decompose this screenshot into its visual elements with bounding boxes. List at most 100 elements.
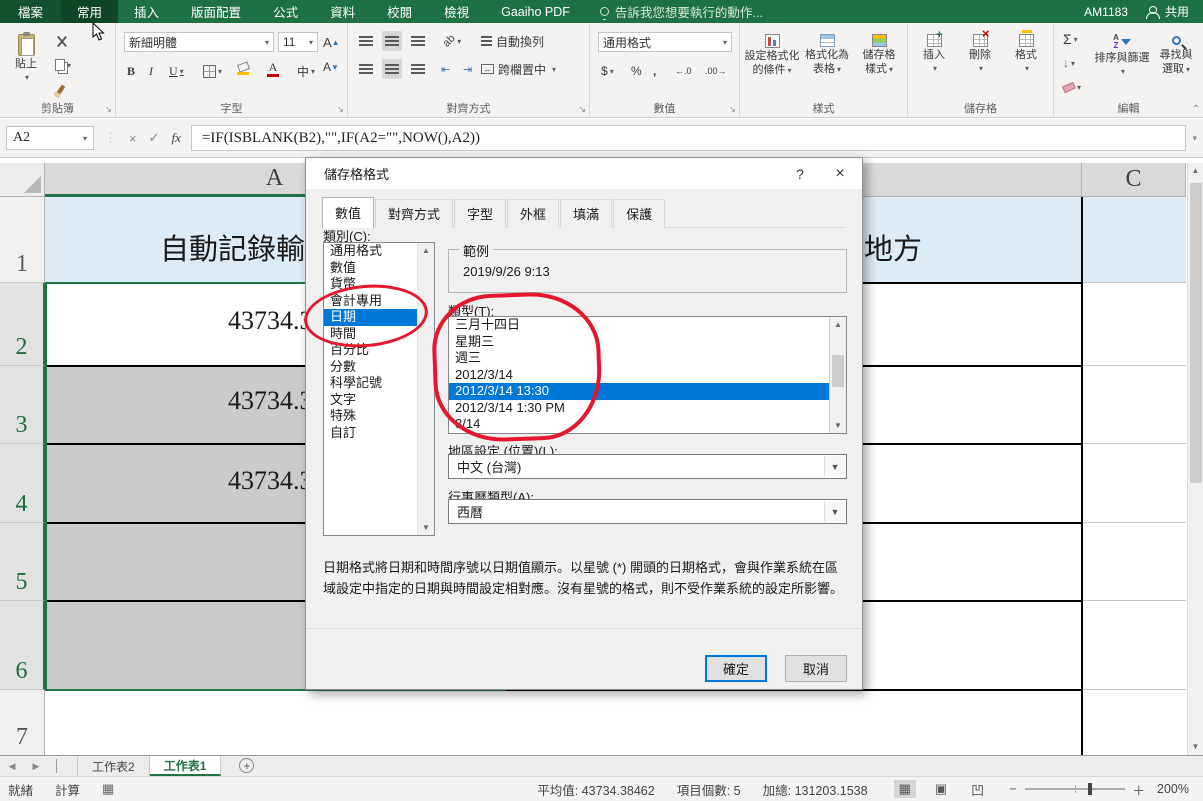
dialog-tab[interactable]: 對齊方式 bbox=[375, 199, 453, 228]
row-header-1[interactable]: 1 bbox=[0, 197, 45, 283]
enter-icon[interactable]: ✓ bbox=[149, 130, 160, 146]
number-format-combo[interactable]: 通用格式▾ bbox=[598, 32, 732, 52]
chevron-down-icon[interactable]: ▼ bbox=[824, 501, 845, 522]
format-as-table-button[interactable]: 格式化為 表格▾ bbox=[800, 29, 854, 76]
merge-center-button[interactable]: ↔ 跨欄置中▾ bbox=[478, 59, 559, 79]
add-sheet-button[interactable]: + bbox=[239, 758, 254, 773]
type-item[interactable]: 2012/3/14 1:30 PM bbox=[449, 400, 846, 417]
normal-view-icon[interactable]: ▦ bbox=[894, 780, 916, 798]
center-button[interactable] bbox=[382, 59, 402, 79]
align-left-button[interactable] bbox=[356, 59, 376, 79]
row-header-4[interactable]: 4 bbox=[0, 444, 45, 523]
decrease-decimal-button[interactable]: .00→ bbox=[702, 61, 730, 81]
cell-c1[interactable] bbox=[1082, 197, 1186, 283]
sort-filter-button[interactable]: AZ 排序與篩選 ▾ bbox=[1094, 29, 1150, 78]
share-button[interactable]: 共用 bbox=[1146, 3, 1189, 20]
formula-input[interactable]: =IF(ISBLANK(B2),"",IF(A2="",NOW(),A2)) bbox=[191, 125, 1187, 151]
dialog-launcher-icon[interactable]: ↘ bbox=[728, 104, 736, 115]
scroll-down-icon[interactable]: ▼ bbox=[422, 523, 430, 532]
zoom-thumb[interactable] bbox=[1088, 783, 1092, 795]
underline-button[interactable]: U▾ bbox=[166, 61, 187, 81]
close-button[interactable]: × bbox=[820, 160, 860, 188]
font-size-combo[interactable]: 11▾ bbox=[278, 32, 318, 52]
calendar-combo[interactable]: 西曆 ▼ bbox=[448, 499, 847, 524]
cut-button[interactable] bbox=[52, 31, 71, 51]
phonetic-button[interactable]: 中▾ bbox=[294, 61, 318, 81]
zoom-in-icon[interactable]: ＋ bbox=[1133, 780, 1146, 799]
ribbon-tab[interactable]: 版面配置 bbox=[175, 0, 257, 23]
wrap-text-button[interactable]: 自動換列 bbox=[478, 31, 547, 51]
fill-button[interactable]: ↓▾ bbox=[1060, 53, 1078, 73]
type-item[interactable]: 3/14 bbox=[449, 416, 846, 433]
sheet-next-icon[interactable]: ▶ bbox=[24, 756, 48, 776]
vertical-scrollbar[interactable]: ▲ ▼ bbox=[1187, 163, 1203, 755]
sheet-tabs[interactable]: 工作表2工作表1 bbox=[77, 756, 221, 776]
zoom-out-icon[interactable]: − bbox=[1009, 782, 1016, 796]
clear-button[interactable]: ▾ bbox=[1060, 77, 1084, 97]
tell-me-box[interactable]: 告訴我您想要執行的動作... bbox=[600, 0, 763, 23]
ribbon-tab[interactable]: 校閱 bbox=[371, 0, 428, 23]
type-listbox[interactable]: 三月十四日星期三週三2012/3/142012/3/14 13:302012/3… bbox=[448, 316, 847, 434]
dialog-tab[interactable]: 字型 bbox=[454, 199, 506, 228]
sheet-tab[interactable]: 工作表2 bbox=[77, 756, 150, 776]
italic-button[interactable]: I bbox=[146, 61, 156, 81]
row-header-3[interactable]: 3 bbox=[0, 366, 45, 444]
decrease-indent-button[interactable]: ⇤ bbox=[438, 59, 453, 79]
conditional-formatting-button[interactable]: 設定格式化 的條件▾ bbox=[744, 29, 800, 77]
locale-combo[interactable]: 中文 (台灣) ▼ bbox=[448, 454, 847, 479]
category-scrollbar[interactable]: ▲▼ bbox=[417, 243, 434, 535]
collapse-ribbon-button[interactable]: ⌃ bbox=[1192, 104, 1200, 115]
find-select-button[interactable]: 尋找與 選取▾ bbox=[1152, 29, 1200, 76]
align-right-button[interactable] bbox=[408, 59, 428, 79]
type-item[interactable]: 三月十四日 bbox=[449, 317, 846, 334]
percent-button[interactable]: % bbox=[628, 61, 645, 81]
insert-function-icon[interactable]: fx bbox=[172, 130, 181, 146]
column-header-c[interactable]: C bbox=[1082, 163, 1186, 197]
orientation-button[interactable]: ab▾ bbox=[440, 31, 464, 51]
help-button[interactable]: ? bbox=[780, 160, 820, 188]
increase-indent-button[interactable]: ⇥ bbox=[460, 59, 475, 79]
insert-cells-button[interactable]: 插入 ▾ bbox=[912, 29, 956, 75]
sheet-prev-icon[interactable]: ◀ bbox=[0, 756, 24, 776]
name-box[interactable]: A2 ▾ bbox=[6, 126, 94, 150]
ribbon-tab[interactable]: 插入 bbox=[118, 0, 175, 23]
page-break-view-icon[interactable]: 凹 bbox=[966, 779, 989, 800]
category-listbox[interactable]: 通用格式數值貨幣會計專用日期時間百分比分數科學記號文字特殊自訂 ▲▼ bbox=[323, 242, 435, 536]
dialog-launcher-icon[interactable]: ↘ bbox=[104, 104, 112, 115]
autosum-button[interactable]: Σ▾ bbox=[1060, 29, 1081, 49]
dialog-launcher-icon[interactable]: ↘ bbox=[578, 104, 586, 115]
ribbon-tab[interactable]: 檔案 bbox=[0, 0, 61, 23]
cell-styles-button[interactable]: 儲存格 樣式▾ bbox=[854, 29, 904, 76]
row-header-2[interactable]: 2 bbox=[0, 283, 45, 366]
ok-button[interactable]: 確定 bbox=[705, 655, 767, 682]
accounting-format-button[interactable]: $▾ bbox=[598, 61, 617, 81]
scroll-down-icon[interactable]: ▼ bbox=[834, 421, 842, 430]
bold-button[interactable]: B bbox=[124, 61, 138, 81]
ribbon-tab[interactable]: 檢視 bbox=[428, 0, 485, 23]
type-item[interactable]: 週三 bbox=[449, 350, 846, 367]
dialog-titlebar[interactable]: 儲存格格式 ? × bbox=[306, 158, 862, 189]
middle-align-button[interactable] bbox=[382, 31, 402, 51]
sheet-tab[interactable]: 工作表1 bbox=[150, 756, 222, 776]
scroll-up-icon[interactable]: ▲ bbox=[422, 246, 430, 255]
macro-record-icon[interactable]: ▦ bbox=[102, 781, 114, 797]
grow-font-button[interactable]: A▲ bbox=[320, 32, 343, 52]
bottom-align-button[interactable] bbox=[408, 31, 428, 51]
calculate-status[interactable]: 計算 bbox=[55, 780, 80, 799]
zoom-track[interactable] bbox=[1025, 788, 1125, 790]
dialog-tab[interactable]: 數值 bbox=[322, 197, 374, 228]
scroll-down-icon[interactable]: ▼ bbox=[1188, 739, 1203, 755]
ribbon-tab[interactable]: 資料 bbox=[314, 0, 371, 23]
ribbon-tab[interactable]: 常用 bbox=[61, 0, 118, 23]
top-align-button[interactable] bbox=[356, 31, 376, 51]
dialog-launcher-icon[interactable]: ↘ bbox=[336, 104, 344, 115]
vertical-scroll-thumb[interactable] bbox=[1190, 183, 1202, 483]
paste-button[interactable]: 貼上 ▾ bbox=[6, 29, 46, 84]
dialog-tab[interactable]: 填滿 bbox=[560, 199, 612, 228]
ribbon-tab[interactable]: 公式 bbox=[257, 0, 314, 23]
type-item[interactable]: 2012/3/14 13:30 bbox=[449, 383, 846, 400]
type-item[interactable]: 2012/3/14 bbox=[449, 367, 846, 384]
type-item[interactable]: 星期三 bbox=[449, 334, 846, 351]
format-cells-button[interactable]: 格式 ▾ bbox=[1004, 29, 1048, 75]
row-header-6[interactable]: 6 bbox=[0, 601, 45, 690]
